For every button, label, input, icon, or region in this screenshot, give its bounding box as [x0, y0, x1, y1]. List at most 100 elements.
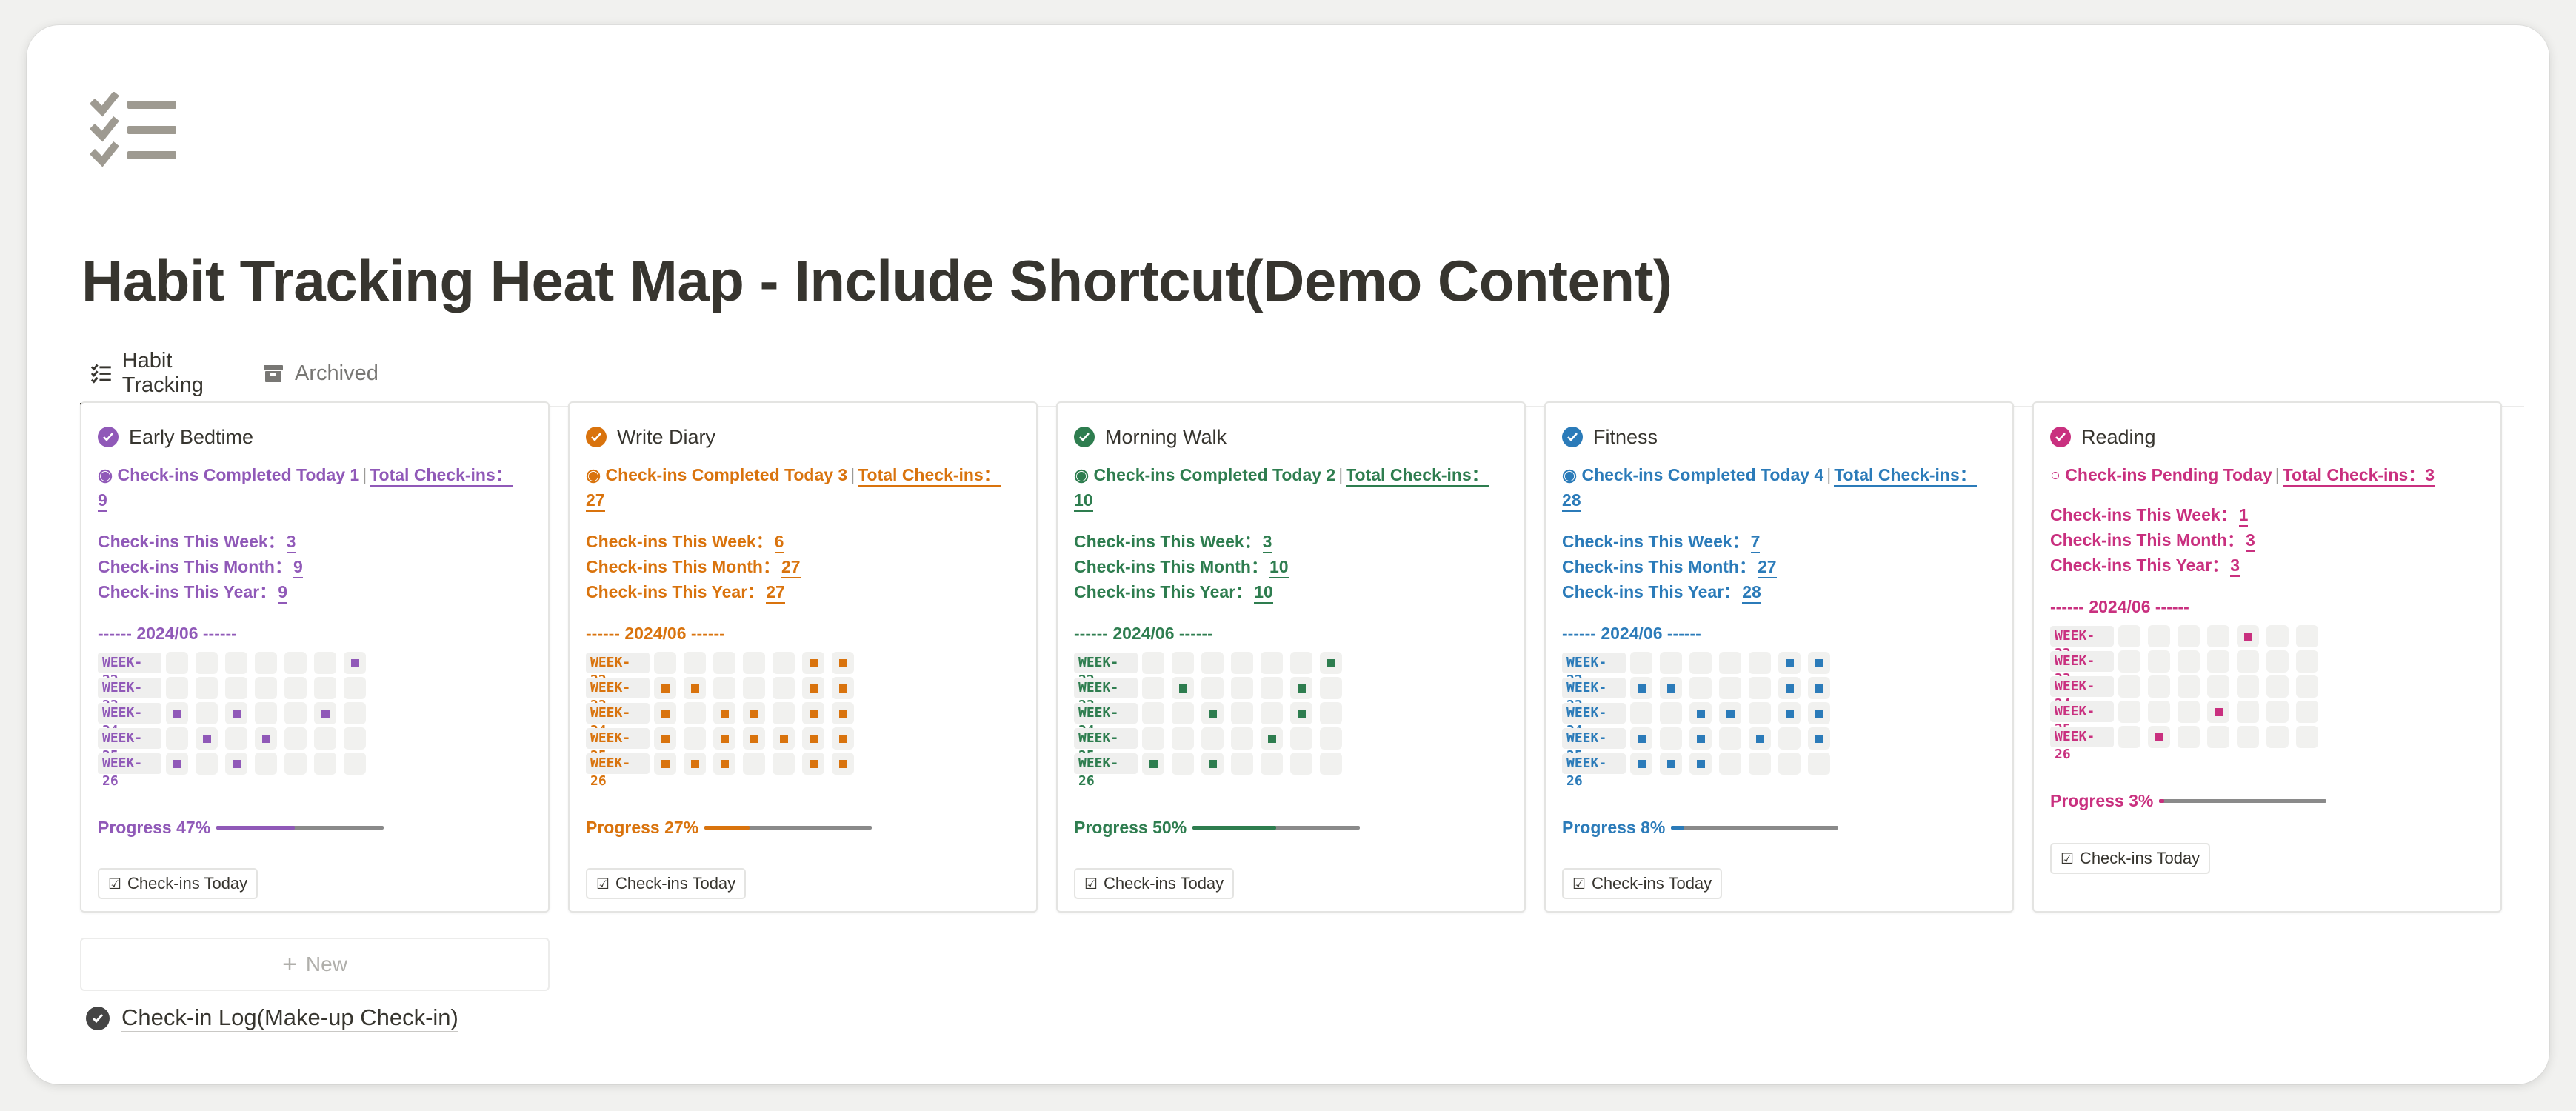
total-checkins-label[interactable]: Total Check-ins：: [1834, 465, 1977, 487]
heat-map: WEEK-22WEEK-23WEEK-24WEEK-25WEEK-26: [1074, 650, 1508, 789]
year-value[interactable]: 28: [1742, 582, 1761, 604]
year-value[interactable]: 9: [278, 582, 287, 604]
heat-cell-checked: [1630, 727, 1652, 750]
month-value[interactable]: 3: [2245, 530, 2255, 552]
heat-cell-checked: [1689, 753, 1712, 775]
month-stat: Check-ins This Month：3: [2050, 527, 2484, 553]
week-row: WEEK-23: [98, 675, 532, 713]
week-value[interactable]: 6: [774, 532, 784, 553]
tab-label: Habit Tracking: [121, 349, 204, 397]
total-checkins-value[interactable]: 3: [2425, 465, 2435, 487]
total-checkins-value[interactable]: 27: [586, 490, 605, 512]
heat-cell-empty: [1320, 677, 1342, 699]
week-value[interactable]: 1: [2238, 505, 2249, 527]
total-checkins-label[interactable]: Total Check-ins：: [370, 465, 513, 487]
total-checkins-label[interactable]: Total Check-ins：: [1346, 465, 1489, 487]
month-value[interactable]: 10: [1269, 557, 1289, 578]
month-label: Check-ins This Month：: [2050, 530, 2244, 550]
year-stat: Check-ins This Year：27: [586, 579, 1020, 604]
week-row: WEEK-26: [1074, 751, 1508, 789]
week-value[interactable]: 7: [1750, 532, 1761, 553]
week-value[interactable]: 3: [286, 532, 296, 553]
heat-cell-checked: [832, 702, 854, 724]
check-in-today-button[interactable]: ☑ Check-ins Today: [586, 868, 747, 899]
heat-cell-empty: [2178, 625, 2200, 647]
new-label: New: [305, 952, 347, 975]
week-row: WEEK-25: [2050, 699, 2484, 737]
heat-cell-checked: [654, 677, 676, 699]
total-checkins-label[interactable]: Total Check-ins：: [2282, 465, 2426, 487]
new-card-button[interactable]: + New: [80, 938, 550, 991]
month-value[interactable]: 27: [781, 557, 801, 578]
heat-cell-empty: [2296, 625, 2318, 647]
week-value[interactable]: 3: [1262, 532, 1272, 553]
heat-cell-empty: [344, 677, 366, 699]
heat-cell-checked: [1201, 753, 1224, 775]
heat-cell-empty: [2296, 726, 2318, 748]
week-label: WEEK-25: [1562, 728, 1626, 764]
year-value[interactable]: 27: [766, 582, 785, 604]
habit-card[interactable]: Fitness ◉ Check-ins Completed Today 4 | Tot…: [1544, 401, 2014, 913]
heat-cell-empty: [314, 727, 336, 750]
heat-cell-empty: [2148, 675, 2170, 698]
heat-cell-empty: [1172, 753, 1194, 775]
month-value[interactable]: 9: [293, 557, 303, 578]
heat-cell-empty: [1231, 702, 1253, 724]
habit-card[interactable]: Reading ○ Check-ins Pending Today | Total C…: [2032, 401, 2502, 913]
heat-cell-empty: [1778, 727, 1801, 750]
heat-cell-checked: [654, 702, 676, 724]
year-value[interactable]: 10: [1254, 582, 1273, 604]
check-in-today-button[interactable]: ☑ Check-ins Today: [1074, 868, 1235, 899]
check-in-log-link[interactable]: Check-in Log(Make-up Check-in): [86, 1004, 458, 1032]
card-header: Fitness: [1562, 422, 1996, 452]
heat-cell-empty: [166, 727, 188, 750]
card-header: Early Bedtime: [98, 422, 532, 452]
heat-cell-empty: [2118, 701, 2140, 723]
heat-cell-empty: [1320, 753, 1342, 775]
habit-name: Fitness: [1593, 425, 1658, 448]
heat-cell-checked: [255, 727, 277, 750]
week-label: WEEK-26: [98, 753, 161, 789]
heat-cell-empty: [2118, 675, 2140, 698]
view-tabs: Habit Tracking Archived: [80, 342, 2524, 407]
total-checkins-value[interactable]: 9: [98, 490, 107, 512]
progress-fill: [1671, 825, 1685, 830]
tab-habit-tracking[interactable]: Habit Tracking: [80, 342, 264, 406]
total-checkins-value[interactable]: 10: [1074, 490, 1093, 512]
tab-archived[interactable]: Archived: [252, 342, 389, 404]
heat-cell-empty: [1749, 753, 1771, 775]
heat-cell-checked: [802, 727, 824, 750]
habit-card[interactable]: Early Bedtime ◉ Check-ins Completed Today…: [80, 401, 550, 913]
heat-cell-empty: [1320, 727, 1342, 750]
heat-cell-empty: [314, 753, 336, 775]
heat-cell-empty: [713, 652, 735, 674]
month-value[interactable]: 27: [1757, 557, 1777, 578]
check-in-today-button[interactable]: ☑ Check-ins Today: [98, 868, 258, 899]
total-checkins-label[interactable]: Total Check-ins：: [858, 465, 1001, 487]
check-in-today-button[interactable]: ☑ Check-ins Today: [2050, 843, 2211, 874]
progress-label: Progress: [98, 817, 172, 837]
week-stat: Check-ins This Week：7: [1562, 529, 1996, 554]
page-title: Habit Tracking Heat Map - Include Shortc…: [81, 248, 1672, 313]
habit-card[interactable]: Write Diary ◉ Check-ins Completed Today 3…: [568, 401, 1038, 913]
year-value[interactable]: 3: [2230, 556, 2240, 577]
heat-cell-checked: [1261, 727, 1283, 750]
week-row: WEEK-24: [1562, 701, 1996, 738]
heat-cell-checked: [713, 727, 735, 750]
check-in-today-button[interactable]: ☑ Check-ins Today: [1562, 868, 1723, 899]
heat-cell-empty: [1689, 652, 1712, 674]
heat-cell-empty: [2118, 650, 2140, 673]
checkbox-icon: ☑: [596, 875, 610, 893]
heat-cell-empty: [166, 677, 188, 699]
status-text: ○ Check-ins Pending Today: [2050, 465, 2272, 484]
total-checkins-value[interactable]: 28: [1562, 490, 1581, 512]
week-row: WEEK-25: [98, 726, 532, 764]
heat-cell-empty: [2237, 726, 2259, 748]
month-label: Check-ins This Month：: [1074, 557, 1268, 576]
heat-cell-empty: [743, 652, 765, 674]
check-circle-icon: [586, 427, 607, 447]
habit-card[interactable]: Morning Walk ◉ Check-ins Completed Today …: [1056, 401, 1526, 913]
week-label: WEEK-24: [586, 703, 650, 738]
progress-bar: [704, 825, 872, 830]
heat-cell-empty: [2207, 650, 2229, 673]
